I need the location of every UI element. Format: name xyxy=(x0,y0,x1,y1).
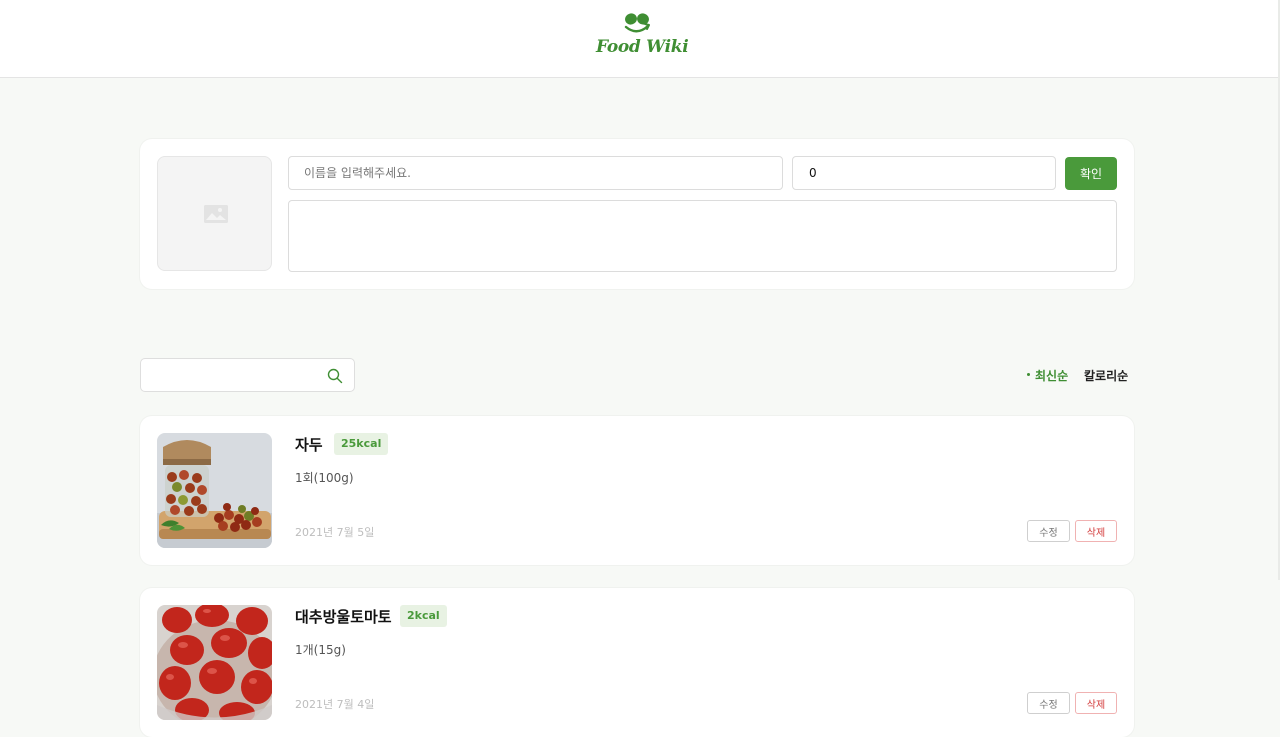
add-food-form: 확인 xyxy=(140,139,1134,289)
kcal-badge: 2kcal xyxy=(400,605,447,627)
sort-latest-label: 최신순 xyxy=(1035,369,1069,383)
sort-latest[interactable]: 최신순 xyxy=(1027,367,1068,384)
active-dot-icon xyxy=(1027,373,1030,376)
food-card: 자두 25kcal 1회(100g) 2021년 7월 5일 수정 삭제 xyxy=(140,416,1134,565)
image-upload[interactable] xyxy=(157,156,272,271)
leaf-logo-icon xyxy=(624,13,650,33)
food-date: 2021년 7월 5일 xyxy=(295,526,375,539)
food-date: 2021년 7월 4일 xyxy=(295,698,375,711)
sort-calorie[interactable]: 칼로리순 xyxy=(1084,367,1128,384)
food-image xyxy=(157,605,272,720)
search-icon[interactable] xyxy=(327,368,343,384)
delete-button[interactable]: 삭제 xyxy=(1075,520,1117,542)
food-serving: 1개(15g) xyxy=(295,643,346,657)
food-serving: 1회(100g) xyxy=(295,471,354,485)
food-wiki-logo[interactable]: Food Wiki xyxy=(596,12,689,60)
search-box xyxy=(140,358,355,392)
image-icon xyxy=(204,205,228,223)
bowl-of-tomatoes-image xyxy=(157,605,272,720)
header: Food Wiki xyxy=(0,0,1278,78)
name-input[interactable] xyxy=(288,156,783,190)
kcal-badge: 25kcal xyxy=(334,433,389,455)
food-name: 자두 xyxy=(295,436,323,454)
edit-button[interactable]: 수정 xyxy=(1027,692,1070,714)
jar-of-cherry-tomatoes-image xyxy=(157,433,272,548)
kcal-input[interactable] xyxy=(792,156,1056,190)
description-textarea[interactable] xyxy=(288,200,1117,272)
logo-text: Food Wiki xyxy=(596,37,689,57)
food-image xyxy=(157,433,272,548)
edit-button[interactable]: 수정 xyxy=(1027,520,1070,542)
food-name: 대추방울토마토 xyxy=(295,608,392,626)
delete-button[interactable]: 삭제 xyxy=(1075,692,1117,714)
search-input[interactable] xyxy=(141,359,321,391)
confirm-button[interactable]: 확인 xyxy=(1065,157,1117,190)
food-card: 대추방울토마토 2kcal 1개(15g) 2021년 7월 4일 수정 삭제 xyxy=(140,588,1134,737)
